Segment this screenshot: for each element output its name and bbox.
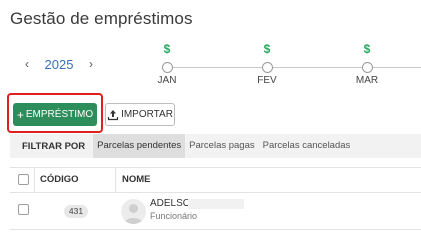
table-header: CÓDIGO NOME xyxy=(10,167,421,193)
select-all-checkbox[interactable] xyxy=(18,174,29,185)
employee-name: ADELSO xyxy=(150,198,191,209)
month-label: MAR xyxy=(355,75,379,86)
add-loan-button[interactable]: + EMPRÉSTIMO xyxy=(13,103,97,126)
import-button[interactable]: IMPORTAR xyxy=(105,103,175,126)
import-label: IMPORTAR xyxy=(121,109,173,120)
row-checkbox[interactable] xyxy=(18,204,29,215)
month-fev[interactable]: $ FEV xyxy=(247,42,287,87)
filter-label: FILTRAR POR xyxy=(22,140,86,152)
column-header-name[interactable]: NOME xyxy=(122,168,151,192)
upload-icon xyxy=(107,109,119,120)
dollar-icon: $ xyxy=(263,42,271,56)
month-mar[interactable]: $ MAR xyxy=(347,42,387,87)
loan-management-page: Gestão de empréstimos ‹ 2025 › $ JAN $ F… xyxy=(0,0,421,245)
redacted-name xyxy=(188,199,244,209)
timeline-dot xyxy=(161,62,173,73)
employee-role: Funcionário xyxy=(150,211,198,221)
column-header-code[interactable]: CÓDIGO xyxy=(40,168,79,192)
month-timeline: $ JAN $ FEV $ MAR xyxy=(0,0,421,100)
filter-tab-pending[interactable]: Parcelas pendentes xyxy=(93,134,186,158)
plus-icon: + xyxy=(16,107,24,122)
month-label: FEV xyxy=(257,75,277,86)
filter-tab-paid[interactable]: Parcelas pagas xyxy=(185,134,258,158)
filter-tab-cancelled[interactable]: Parcelas canceladas xyxy=(259,134,355,158)
month-label: JAN xyxy=(157,75,177,86)
dollar-icon: $ xyxy=(363,42,371,56)
filter-bar: FILTRAR POR Parcelas pendentes Parcelas … xyxy=(10,134,421,158)
add-loan-label: EMPRÉSTIMO xyxy=(25,109,94,120)
month-jan[interactable]: $ JAN xyxy=(147,42,187,87)
avatar xyxy=(121,199,146,224)
table-row[interactable]: 431 ADELSO Funcionário xyxy=(10,193,421,230)
column-divider xyxy=(115,168,116,192)
timeline-dot xyxy=(361,62,373,73)
code-badge: 431 xyxy=(64,205,88,218)
timeline-dot xyxy=(261,62,273,73)
user-avatar-icon xyxy=(124,204,143,224)
column-divider xyxy=(34,168,35,192)
dollar-icon: $ xyxy=(163,42,171,56)
